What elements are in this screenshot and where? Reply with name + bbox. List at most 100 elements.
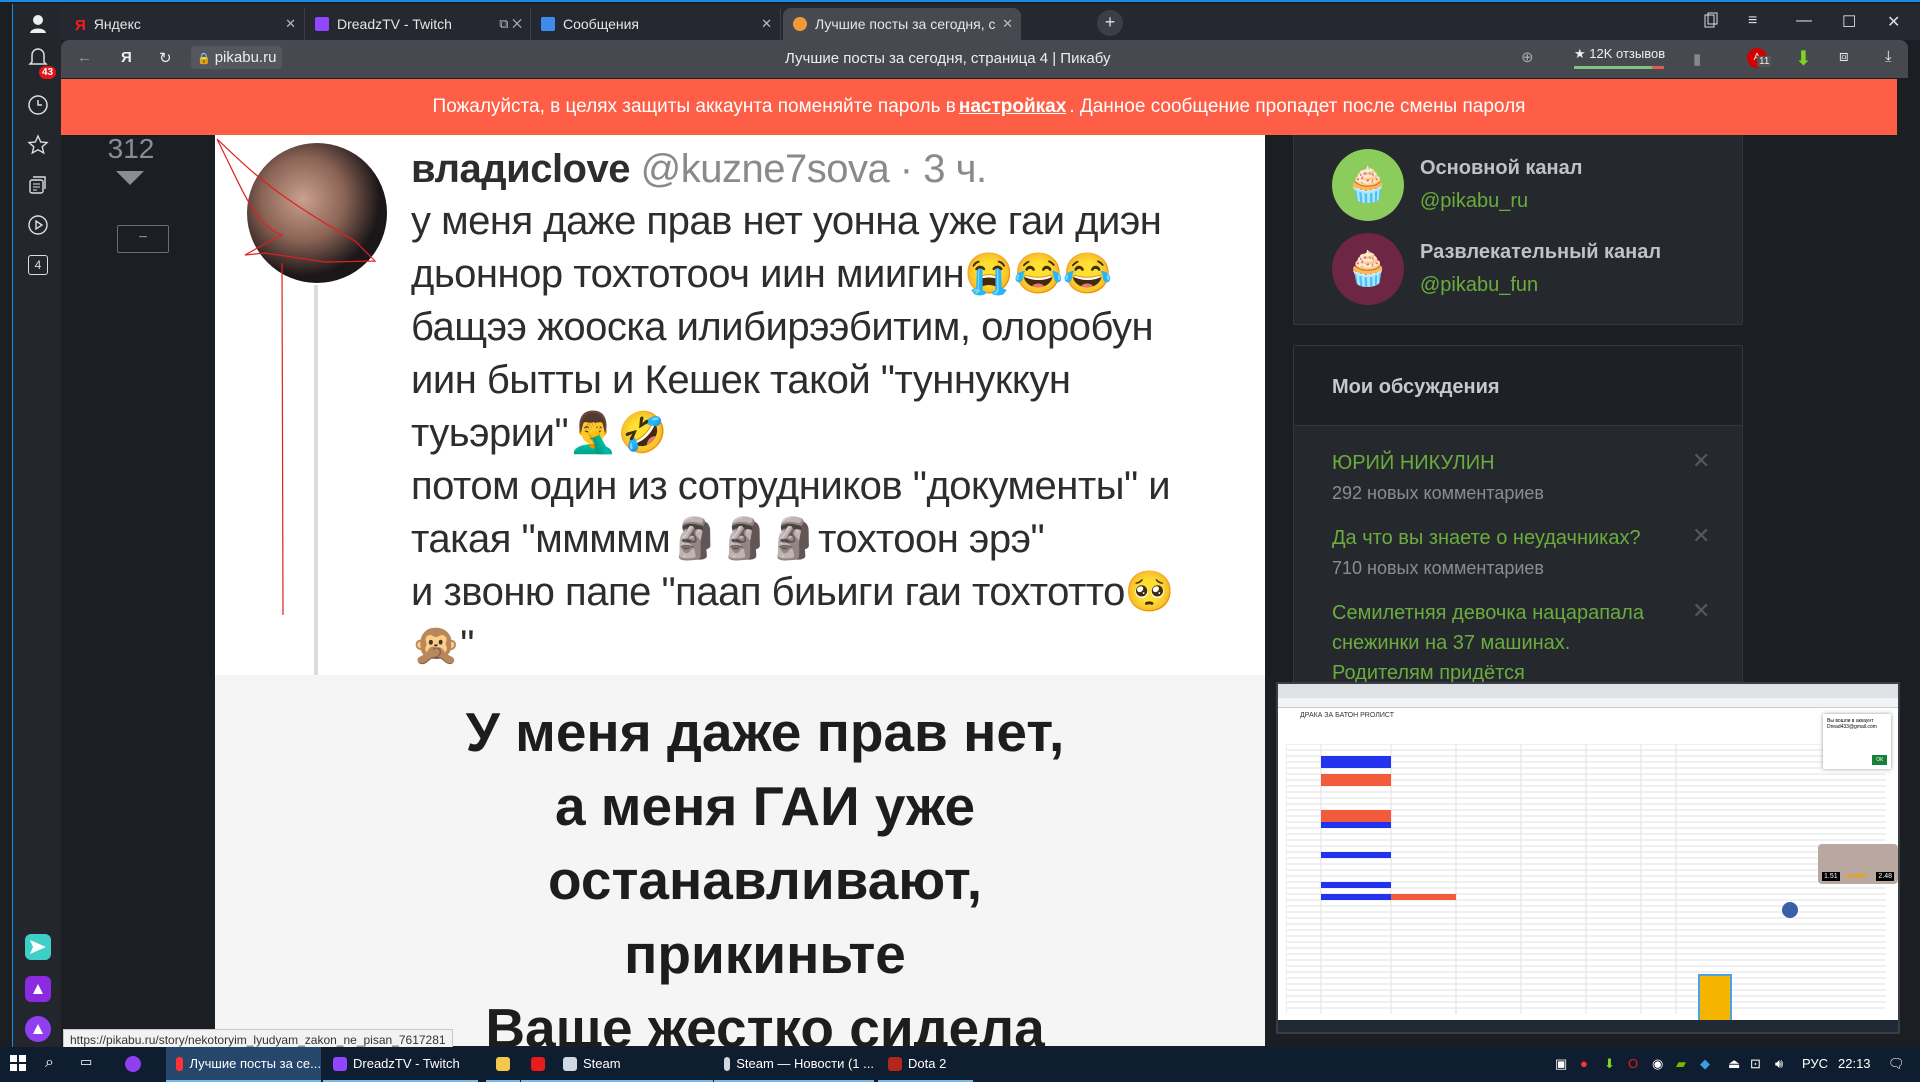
pikabu-cupcake-icon: 🧁: [1332, 149, 1404, 221]
language-indicator[interactable]: РУС: [1802, 1056, 1828, 1071]
address-bar: ← Я ↻ 🔒 pikabu.ru Лучшие посты за сегодня…: [61, 40, 1908, 78]
channels-card: 🧁 Основной канал @pikabu_ru 🧁 Развлекате…: [1293, 135, 1743, 325]
vpn-tray-icon[interactable]: ◆: [1700, 1056, 1710, 1072]
taskbar-item[interactable]: Steam: [553, 1047, 713, 1082]
taskbar-item[interactable]: [486, 1047, 520, 1082]
action-center-icon[interactable]: 🗨︎: [1888, 1056, 1905, 1072]
channel-main[interactable]: 🧁 Основной канал @pikabu_ru: [1332, 149, 1582, 221]
tweet-line: туьэрии"🤦‍♂️🤣: [411, 411, 667, 455]
messages-icon: [541, 17, 555, 31]
profile-icon[interactable]: [25, 10, 51, 36]
minimize-button[interactable]: —: [1796, 12, 1812, 30]
video-play-icon[interactable]: [25, 212, 51, 238]
close-icon[interactable]: ✕: [1692, 598, 1710, 624]
taskbar-item[interactable]: Лучшие посты за се...: [166, 1047, 321, 1082]
file-explorer-icon: [496, 1056, 510, 1071]
taskbar-item[interactable]: [521, 1047, 553, 1082]
discussion-count: 710 новых комментариев: [1332, 558, 1544, 578]
new-tab-button[interactable]: +: [1097, 10, 1123, 36]
menu-icon[interactable]: ≡: [1748, 12, 1757, 30]
tab-label: Лучшие посты за сегодня, с: [815, 16, 995, 32]
discussion-title[interactable]: Да что вы знаете о неудачниках?: [1332, 523, 1662, 553]
messenger-app-icon[interactable]: [25, 934, 51, 960]
usb-tray-icon[interactable]: ⏏: [1728, 1056, 1740, 1072]
meme-line: У меня даже прав нет,: [465, 701, 1065, 763]
tabs-count-icon[interactable]: 4: [25, 252, 51, 278]
discussion-item[interactable]: Да что вы знаете о неудачниках? 710 новы…: [1332, 523, 1710, 583]
taskbar-item[interactable]: DreadzTV - Twitch: [323, 1047, 478, 1082]
channel-handle[interactable]: @pikabu_ru: [1420, 184, 1582, 218]
discussion-item[interactable]: ЮРИЙ НИКУЛИН 292 новых комментариев ✕: [1332, 448, 1710, 508]
volume-icon[interactable]: 🔊︎: [1775, 1056, 1783, 1072]
pip-cursor-dot: [1782, 902, 1798, 918]
history-clock-icon[interactable]: [25, 92, 51, 118]
tweet-header: владиclove @kuzne7sova · 3 ч.: [411, 143, 987, 196]
alice-assistant-icon[interactable]: [25, 1016, 51, 1042]
windows-taskbar: ⌕ ▭ Лучшие посты за се... DreadzTV - Twit…: [0, 1047, 1920, 1082]
post-rating: 312: [107, 133, 155, 164]
yandex-tray-icon[interactable]: ●: [1580, 1056, 1588, 1071]
downloads-icon[interactable]: ⤓: [1885, 48, 1892, 65]
tab-twitch[interactable]: DreadzTV - Twitch ⧉ ✕: [305, 8, 531, 40]
channel-name: Основной канал: [1420, 157, 1583, 179]
close-tab-icon[interactable]: ⧉ ✕: [499, 16, 522, 32]
tweet-line: 🙊": [411, 623, 475, 667]
picture-in-picture-video[interactable]: ДРАКА ЗА БАТОН PROЛИСТ Вы вошли в аккаун…: [1276, 682, 1900, 1034]
collections-icon[interactable]: [25, 172, 51, 198]
screen: 43 4 Я Яндекс ✕ DreadzTV - Twitch ⧉ ✕ Со…: [0, 0, 1920, 1082]
discussion-title[interactable]: ЮРИЙ НИКУЛИН: [1332, 448, 1662, 478]
url-field[interactable]: 🔒 pikabu.ru: [191, 46, 283, 69]
taskbar-item-label: Steam — Новости (1 ...: [736, 1056, 874, 1071]
close-icon[interactable]: ✕: [1692, 523, 1710, 549]
notifications-badge: 43: [39, 66, 57, 79]
alice-icon[interactable]: [125, 1056, 141, 1072]
reload-button[interactable]: ↻: [159, 49, 172, 67]
bookmark-icon[interactable]: ▮: [1693, 50, 1701, 68]
pip-bookmaker: GGBET: [1846, 874, 1868, 880]
meme-caption: У меня даже прав нет, а меня ГАИ уже ост…: [315, 695, 1215, 1046]
bookmarks-panel-icon[interactable]: [1703, 12, 1719, 28]
tweet-line: у меня даже прав нет уонна уже гаи диэн: [411, 199, 1162, 243]
yandex-home-icon[interactable]: Я: [121, 49, 132, 66]
downvote-button[interactable]: [116, 171, 144, 185]
zoom-icon[interactable]: ⊕: [1521, 48, 1534, 66]
tweet-line: и звоню папе "паап биьиги гаи тохтотто🥺: [411, 570, 1175, 614]
tab-messages[interactable]: Сообщения ✕: [531, 8, 781, 40]
windows-start-icon[interactable]: [10, 1055, 26, 1071]
reviews-bar: [1574, 66, 1664, 69]
back-button[interactable]: ←: [77, 49, 92, 66]
settings-link[interactable]: настройках: [959, 96, 1066, 118]
taskbar-item[interactable]: Dota 2: [878, 1047, 973, 1082]
tab-pikabu[interactable]: Лучшие посты за сегодня, с ✕: [783, 8, 1021, 40]
pip-popup-email: Dread433@gmail.com: [1827, 724, 1877, 730]
taskbar-item[interactable]: Steam — Новости (1 ...: [714, 1047, 874, 1082]
close-tab-icon[interactable]: ✕: [761, 16, 772, 32]
channel-fun[interactable]: 🧁 Развлекательный канал @pikabu_fun: [1332, 233, 1661, 305]
alice-app-icon[interactable]: [25, 976, 51, 1002]
network-icon[interactable]: ⊡: [1750, 1056, 1761, 1072]
channel-handle[interactable]: @pikabu_fun: [1420, 268, 1661, 302]
tab-yandex[interactable]: Я Яндекс ✕: [65, 8, 305, 40]
collapse-post-button[interactable]: −: [117, 225, 169, 253]
epic-games-tray-icon[interactable]: ▣: [1555, 1056, 1567, 1072]
reviews-button[interactable]: ★ 12K отзывов: [1574, 46, 1665, 69]
url-text: pikabu.ru: [214, 49, 277, 66]
download-tray-icon[interactable]: ⬇: [1604, 1056, 1615, 1072]
favorites-star-icon[interactable]: [25, 132, 51, 158]
task-view-icon[interactable]: ▭: [80, 1054, 92, 1070]
opera-tray-icon[interactable]: O: [1628, 1056, 1638, 1071]
pip-doc-title: ДРАКА ЗА БАТОН PROЛИСТ: [1278, 708, 1898, 728]
extensions-icon[interactable]: ⧈: [1839, 48, 1849, 65]
nvidia-tray-icon[interactable]: ▰: [1676, 1056, 1686, 1072]
close-tab-icon[interactable]: ✕: [285, 16, 296, 32]
tabs-count: 4: [28, 255, 48, 275]
close-icon[interactable]: ✕: [1692, 448, 1710, 474]
close-tab-icon[interactable]: ✕: [1002, 16, 1013, 32]
clock[interactable]: 22:13: [1838, 1056, 1871, 1071]
steam-tray-icon[interactable]: ◉: [1652, 1056, 1663, 1072]
search-icon[interactable]: ⌕: [45, 1054, 54, 1072]
maximize-button[interactable]: ☐: [1842, 12, 1856, 32]
notice-text-end: . Данное сообщение пропадет после смены …: [1069, 96, 1526, 117]
close-window-button[interactable]: ✕: [1887, 12, 1900, 32]
download-manager-icon[interactable]: ⬇: [1795, 46, 1812, 71]
